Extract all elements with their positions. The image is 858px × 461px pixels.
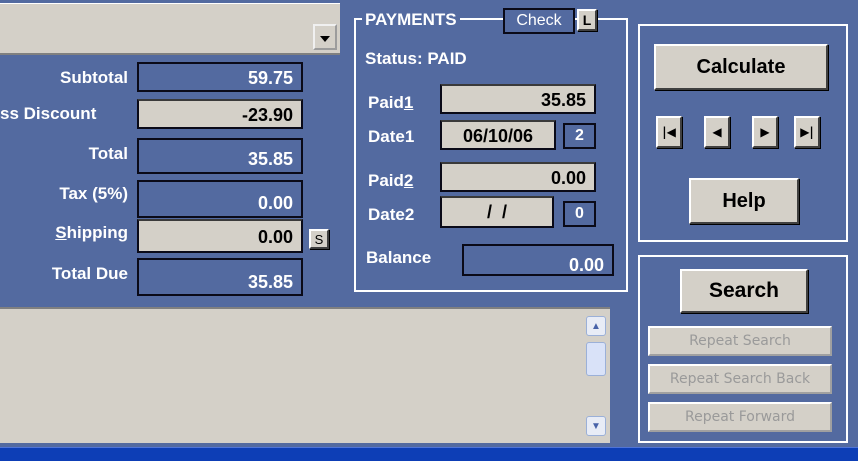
paid1-input[interactable]: 35.85 — [440, 84, 596, 114]
notes-scrollbar[interactable]: ▲ ▼ — [584, 312, 608, 442]
search-button[interactable]: Search — [680, 269, 808, 313]
discount-label: ss Discount — [0, 104, 97, 123]
date2-input[interactable]: / / — [440, 196, 554, 228]
payments-title: PAYMENTS — [362, 8, 460, 32]
total-due-label: Total Due — [51, 264, 128, 283]
paid2-label: Paid2 — [368, 171, 414, 190]
date1-count: 2 — [563, 123, 596, 149]
payment-status: Status: PAID — [365, 49, 467, 68]
date1-label: Date1 — [368, 127, 415, 146]
repeat-search-back-button[interactable]: Repeat Search Back — [648, 364, 832, 394]
date2-label: Date2 — [368, 205, 415, 224]
first-record-button[interactable]: |◀ — [656, 116, 682, 148]
subtotal-label: Subtotal — [60, 68, 128, 87]
date2-count: 0 — [563, 201, 596, 227]
total-label: Total — [88, 144, 128, 163]
scroll-up-icon[interactable]: ▲ — [586, 316, 606, 336]
l-button[interactable]: L — [577, 9, 597, 31]
paid2-input[interactable]: 0.00 — [440, 162, 596, 192]
taskbar — [0, 447, 858, 461]
chevron-down-icon — [320, 35, 330, 42]
next-record-button[interactable]: ▶ — [752, 116, 778, 148]
calculate-button[interactable]: Calculate — [654, 44, 828, 90]
help-button[interactable]: Help — [689, 178, 799, 224]
balance-label: Balance — [366, 248, 432, 267]
subtotal-value: 59.75 — [137, 62, 303, 92]
scroll-thumb[interactable] — [586, 342, 606, 376]
discount-input[interactable]: -23.90 — [137, 99, 303, 129]
tax-value: 0.00 — [137, 180, 303, 218]
check-label: Check — [503, 8, 575, 34]
repeat-search-button[interactable]: Repeat Search — [648, 326, 832, 356]
date1-input[interactable]: 06/10/06 — [440, 120, 556, 150]
shipping-input[interactable]: 0.00 — [137, 219, 303, 253]
total-due-value: 35.85 — [137, 258, 303, 296]
balance-value: 0.00 — [462, 244, 614, 276]
shipping-label: Shipping — [55, 223, 128, 242]
combo-dropdown-button[interactable] — [313, 24, 337, 50]
total-value: 35.85 — [137, 138, 303, 174]
prev-record-button[interactable]: ◀ — [704, 116, 730, 148]
last-record-button[interactable]: ▶| — [794, 116, 820, 148]
paid1-label: Paid1 — [368, 93, 414, 112]
repeat-forward-button[interactable]: Repeat Forward — [648, 402, 832, 432]
shipping-s-button[interactable]: S — [309, 229, 329, 249]
notes-textarea[interactable] — [0, 307, 610, 443]
scroll-down-icon[interactable]: ▼ — [586, 416, 606, 436]
tax-label: Tax (5%) — [59, 184, 128, 203]
top-combo-box[interactable] — [0, 3, 340, 55]
